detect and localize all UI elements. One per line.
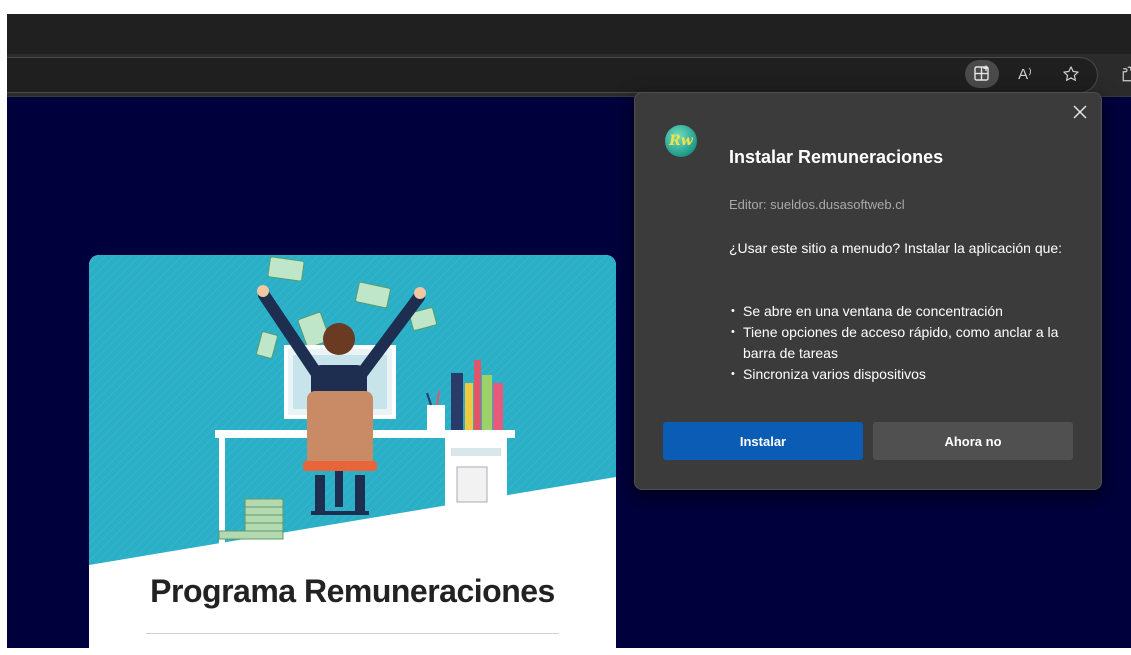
feature-list: Se abre en una ventana de concentración … (729, 301, 1079, 385)
install-app-popup: Rw Instalar Remuneraciones Editor: sueld… (634, 92, 1102, 490)
app-available-icon[interactable] (965, 60, 999, 88)
feature-item: Se abre en una ventana de concentración (729, 301, 1079, 322)
read-aloud-icon[interactable]: A⁾ (1011, 60, 1039, 88)
popup-title: Instalar Remuneraciones (729, 147, 944, 167)
extensions-icon[interactable] (1116, 60, 1131, 88)
app-card: Programa Remuneraciones (89, 255, 616, 655)
app-logo-text: Rw (669, 133, 693, 149)
app-logo: Rw (665, 125, 697, 157)
feature-item: Tiene opciones de acceso rápido, como an… (729, 322, 1079, 364)
install-button[interactable]: Instalar (663, 422, 863, 460)
read-aloud-glyph: A⁾ (1018, 66, 1032, 83)
not-now-button[interactable]: Ahora no (873, 422, 1073, 460)
card-title: Programa Remuneraciones (150, 573, 555, 609)
hero-illustration (89, 255, 616, 565)
favorite-star-icon[interactable] (1057, 60, 1085, 88)
install-question: ¿Usar este sitio a menudo? Instalar la a… (729, 240, 1063, 256)
screen-top-margin (0, 0, 1131, 14)
address-bar[interactable] (7, 57, 1098, 93)
close-icon[interactable] (1069, 101, 1091, 123)
browser-tab-bar (7, 14, 1131, 54)
browser-toolbar: A⁾ (7, 54, 1131, 97)
publisher-text: Editor: sueldos.dusasoftweb.cl (729, 197, 905, 212)
feature-item: Sincroniza varios dispositivos (729, 364, 1079, 385)
card-divider (146, 633, 559, 634)
screen-left-margin (0, 14, 7, 648)
